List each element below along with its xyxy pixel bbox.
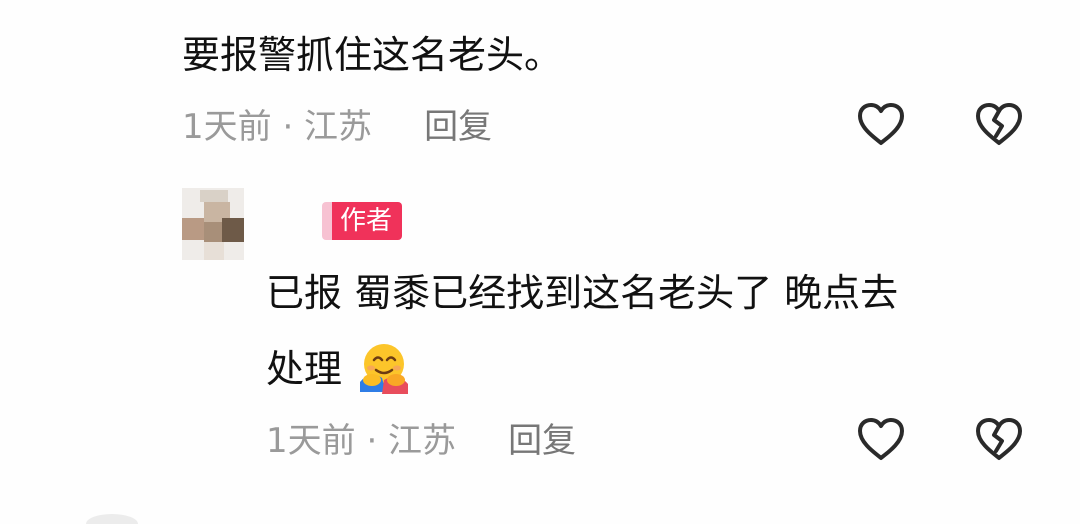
reply-text-line-2: 处理	[266, 347, 343, 391]
author-badge-label: 作者	[332, 202, 403, 240]
heart-outline-icon	[858, 418, 904, 460]
comment-meta: 1天前 · 江苏 回复	[182, 110, 492, 144]
hugging-face-emoji	[360, 344, 408, 394]
avatar[interactable]	[182, 188, 244, 260]
next-avatar-partial	[86, 514, 138, 524]
comment-time-location: 1天前 · 江苏	[182, 107, 373, 147]
like-button[interactable]	[856, 416, 906, 462]
heart-outline-icon	[858, 103, 904, 145]
reply-time-location: 1天前 · 江苏	[266, 421, 457, 461]
reply-button[interactable]: 回复	[424, 110, 492, 144]
dislike-button[interactable]	[974, 416, 1024, 462]
reply-meta: 1天前 · 江苏 回复	[266, 424, 576, 458]
broken-heart-icon	[976, 418, 1022, 460]
dislike-button[interactable]	[974, 101, 1024, 147]
comment-text: 要报警抓住这名老头。	[182, 33, 563, 77]
broken-heart-icon	[976, 103, 1022, 145]
reply-button[interactable]: 回复	[508, 424, 576, 458]
like-button[interactable]	[856, 101, 906, 147]
comment-thread: 要报警抓住这名老头。 1天前 · 江苏 回复 作者 已报 蜀黍已经找到这名老头了…	[0, 0, 1080, 524]
author-badge: 作者	[322, 202, 403, 240]
reply-text-line-1: 已报 蜀黍已经找到这名老头了 晚点去	[266, 271, 899, 315]
